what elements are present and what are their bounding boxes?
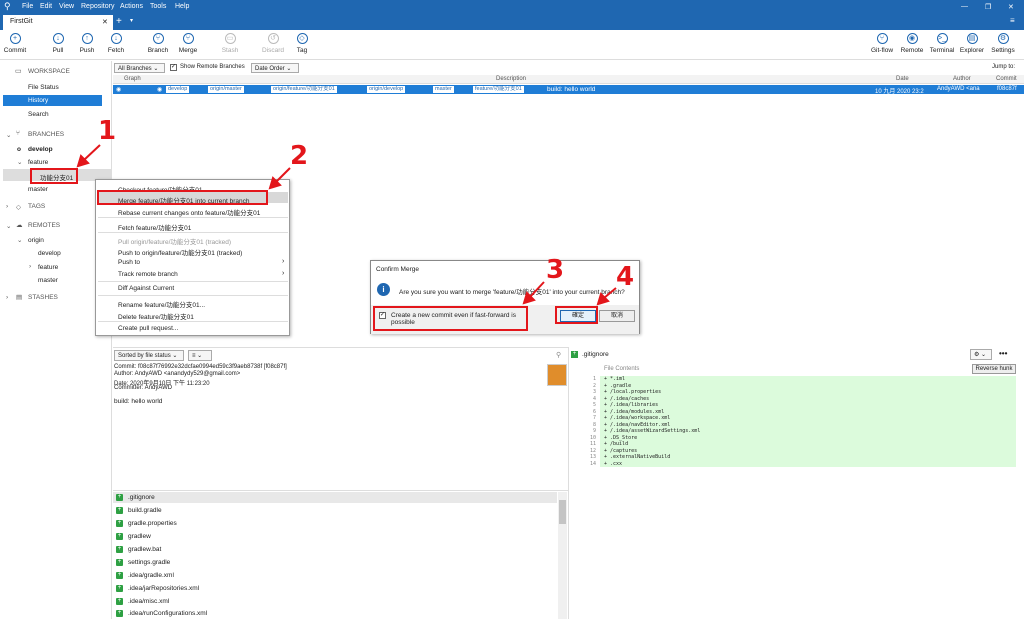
- more-options-icon[interactable]: •••: [999, 349, 1007, 358]
- avatar: [547, 364, 567, 386]
- file-item[interactable]: + .idea/jarRepositories.xml: [116, 585, 199, 592]
- arrow-4: [603, 287, 617, 299]
- added-icon: +: [116, 585, 123, 592]
- diff-hunk-header: File Contents: [604, 366, 640, 372]
- commit-message-detail: build: hello world: [114, 398, 163, 405]
- search-icon[interactable]: ⚲: [556, 351, 561, 359]
- added-icon: +: [116, 533, 123, 540]
- diff-line: + .cxx: [600, 460, 1016, 467]
- file-item[interactable]: + gradlew: [116, 533, 151, 540]
- scrollbar-thumb[interactable]: [559, 500, 566, 524]
- commit-details-pane: [113, 347, 568, 619]
- file-item[interactable]: + .idea/gradle.xml: [116, 572, 174, 579]
- diff-options-select[interactable]: ⚙ ⌄: [970, 349, 992, 360]
- file-item[interactable]: + gradle.properties: [116, 520, 177, 527]
- added-icon: +: [571, 351, 578, 358]
- added-icon: +: [116, 507, 123, 514]
- added-icon: +: [116, 572, 123, 579]
- reverse-hunk-button[interactable]: Reverse hunk: [972, 364, 1016, 374]
- added-icon: +: [116, 494, 123, 501]
- file-item[interactable]: + .idea/misc.xml: [116, 598, 169, 605]
- diff-file-name: .gitignore: [582, 351, 609, 358]
- added-icon: +: [116, 546, 123, 553]
- file-item[interactable]: + .gitignore: [116, 494, 155, 501]
- file-item[interactable]: + gradlew.bat: [116, 546, 161, 553]
- sort-select[interactable]: Sorted by file status ⌄: [114, 350, 184, 361]
- added-icon: +: [116, 559, 123, 566]
- view-mode-select[interactable]: ≡ ⌄: [188, 350, 212, 361]
- commit-author-detail: Author: AndyAWD <anandydy529@gmail.com>: [114, 371, 241, 377]
- diff-line-number: 14: [589, 460, 596, 467]
- added-icon: +: [116, 610, 123, 617]
- commit-sha: Commit: f08c87f76992e32dcfae0994ed59c3f9…: [114, 364, 287, 370]
- file-item[interactable]: + .idea/runConfigurations.xml: [116, 610, 207, 617]
- added-icon: +: [116, 598, 123, 605]
- file-item[interactable]: + build.gradle: [116, 507, 162, 514]
- arrow-3: [529, 281, 545, 298]
- committer-detail: Committer: AndyAWD: [114, 385, 173, 391]
- added-icon: +: [116, 520, 123, 527]
- file-item[interactable]: + settings.gradle: [116, 559, 170, 566]
- arrow-2: [275, 167, 291, 183]
- file-selected-highlight[interactable]: [113, 492, 557, 503]
- pane-divider[interactable]: [113, 490, 568, 491]
- arrow-1: [83, 144, 101, 161]
